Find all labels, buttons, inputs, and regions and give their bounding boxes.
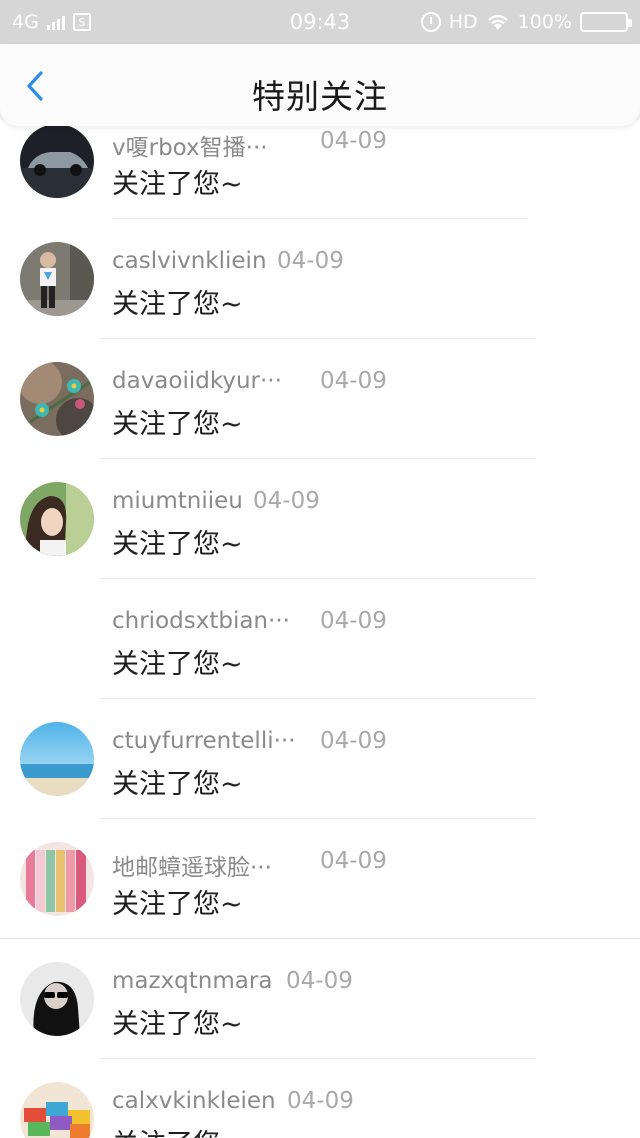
divider — [100, 818, 535, 819]
divider — [100, 1058, 535, 1059]
list-item[interactable]: 地邮蟑遥球脸··· 04-09 关注了您~ — [0, 820, 640, 940]
flowers-avatar — [20, 362, 94, 436]
user-name[interactable]: caslvivnkliein — [112, 248, 267, 274]
list-item[interactable]: calxvkinkleien 04-09 关注了您~ — [0, 1060, 640, 1138]
wifi-icon — [487, 14, 508, 30]
follow-message: 关注了您~ — [112, 409, 243, 440]
user-name[interactable]: 地邮蟑遥球脸··· — [112, 848, 272, 882]
follow-date: 04-09 — [320, 848, 387, 874]
colorful-blocks-avatar — [20, 1082, 94, 1138]
follow-message: 关注了您~ — [112, 529, 243, 560]
divider — [100, 578, 535, 579]
avatar[interactable] — [20, 602, 94, 676]
network-type: 4G — [12, 11, 39, 33]
follow-date: 04-09 — [287, 1088, 354, 1114]
books-avatar — [20, 842, 94, 916]
avatar[interactable] — [20, 962, 94, 1036]
follow-list: v嗄rbox智播··· 04-09 关注了您~ caslvivnkliein 0… — [0, 120, 640, 1138]
follow-date: 04-09 — [320, 128, 387, 154]
avatar[interactable] — [20, 362, 94, 436]
list-item[interactable]: ctuyfurrentelli··· 04-09 关注了您~ — [0, 700, 640, 820]
follow-message: 关注了您~ — [112, 169, 243, 200]
follow-date: 04-09 — [320, 728, 387, 754]
avatar[interactable] — [20, 842, 94, 916]
signal-icon — [46, 14, 65, 30]
user-name[interactable]: chriodsxtbian··· — [112, 608, 290, 634]
divider — [100, 698, 535, 699]
divider — [100, 338, 535, 339]
follow-message: 关注了您~ — [112, 289, 243, 320]
follow-date: 04-09 — [277, 248, 344, 274]
avatar[interactable] — [20, 1082, 94, 1138]
status-left: 4G S — [12, 11, 91, 33]
follow-date: 04-09 — [253, 488, 320, 514]
user-name[interactable]: mazxqtnmara — [112, 968, 272, 994]
user-name[interactable]: v嗄rbox智播··· — [112, 128, 268, 162]
sunglasses-portrait-avatar — [20, 962, 94, 1036]
follow-message: 关注了您~ — [112, 649, 243, 680]
list-item[interactable]: mazxqtnmara 04-09 关注了您~ — [0, 940, 640, 1060]
person-street-avatar — [20, 242, 94, 316]
avatar[interactable] — [20, 482, 94, 556]
avatar[interactable] — [20, 722, 94, 796]
follow-message: 关注了您~ — [112, 889, 243, 920]
follow-message: 关注了您~ — [112, 1122, 243, 1138]
user-name[interactable]: ctuyfurrentelli··· — [112, 728, 296, 754]
avatar[interactable] — [20, 242, 94, 316]
page-title: 特别关注 — [252, 77, 388, 116]
follow-date: 04-09 — [320, 368, 387, 394]
alarm-icon — [420, 12, 441, 32]
divider — [112, 218, 528, 219]
avatar[interactable] — [20, 124, 94, 198]
battery-percent: 100% — [517, 11, 572, 33]
list-item[interactable]: caslvivnkliein 04-09 关注了您~ — [0, 220, 640, 340]
follow-date: 04-09 — [320, 608, 387, 634]
list-item[interactable]: davaoiidkyur··· 04-09 关注了您~ — [0, 340, 640, 460]
nav-bar: 特别关注 — [0, 44, 640, 126]
follow-date: 04-09 — [286, 968, 353, 994]
hd-label: HD — [448, 11, 478, 33]
status-right: HD 100% — [420, 11, 632, 33]
divider — [100, 458, 535, 459]
follow-message: 关注了您~ — [112, 769, 243, 800]
status-bar: 4G S 09:43 HD 100% — [0, 0, 640, 44]
list-item[interactable]: chriodsxtbian··· 04-09 关注了您~ — [0, 580, 640, 700]
sim-icon: S — [72, 13, 91, 31]
user-name[interactable]: miumtniieu — [112, 488, 243, 514]
user-name[interactable]: davaoiidkyur··· — [112, 368, 282, 394]
battery-icon — [580, 12, 632, 32]
list-item[interactable]: miumtniieu 04-09 关注了您~ — [0, 460, 640, 580]
beach-avatar — [20, 722, 94, 796]
divider — [0, 938, 640, 939]
woman-portrait-avatar — [20, 482, 94, 556]
car-avatar — [20, 124, 94, 198]
list-item[interactable]: v嗄rbox智播··· 04-09 关注了您~ — [0, 120, 640, 220]
follow-message: 关注了您~ — [112, 1009, 243, 1040]
user-name[interactable]: calxvkinkleien — [112, 1088, 276, 1114]
